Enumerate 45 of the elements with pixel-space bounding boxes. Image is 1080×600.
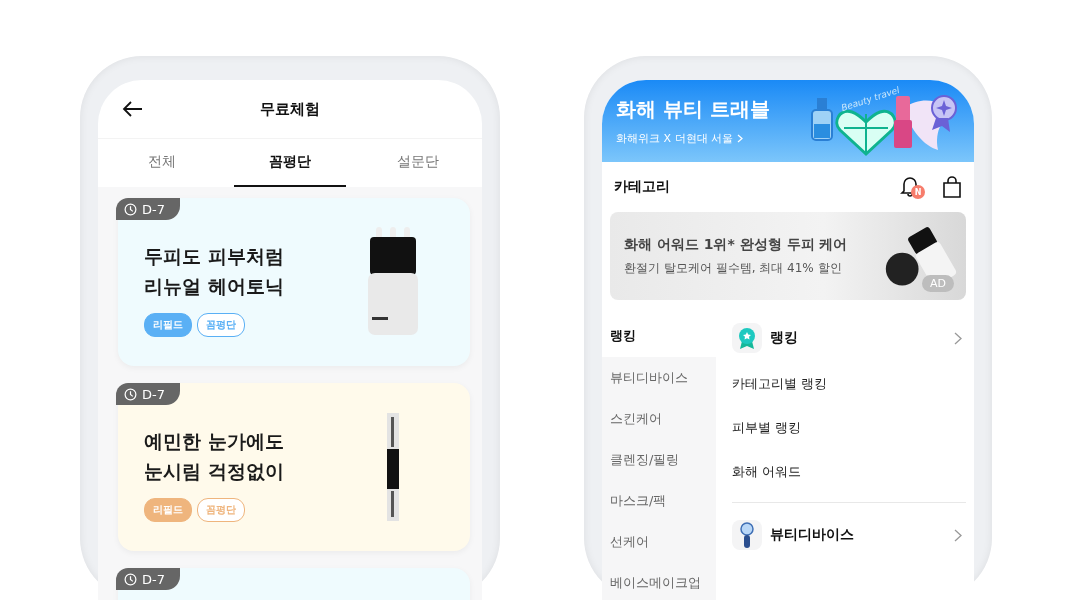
- subcategory-link[interactable]: 피부별 랭킹: [732, 406, 966, 450]
- back-arrow-icon[interactable]: [122, 100, 142, 118]
- ad-banner[interactable]: 화해 어워드 1위* 완성형 두피 케어 환절기 탈모케어 필수템, 최대 41% 할인 AD: [610, 212, 966, 300]
- clock-icon: [124, 572, 137, 586]
- tab[interactable]: 전체: [106, 139, 218, 187]
- tag-label: 꼼평단: [197, 498, 245, 522]
- tag-label: 리필드: [144, 498, 192, 522]
- deadline-text: D-7: [142, 571, 165, 587]
- tag-label: 꼼평단: [197, 313, 245, 337]
- category-header[interactable]: 뷰티디바이스: [732, 511, 966, 559]
- banner-title: 화해 뷰티 트래블: [616, 96, 770, 123]
- category-item[interactable]: 랭킹: [602, 314, 716, 357]
- ad-badge: AD: [922, 275, 954, 292]
- card-title: 두피도 피부처럼 리뉴얼 헤어토닉: [144, 244, 285, 299]
- category-item[interactable]: 마스크/팩: [602, 480, 716, 521]
- trial-card[interactable]: D-7 두피도 피부처럼 리뉴얼 헤어토닉 리필드 꼼평단: [118, 198, 470, 366]
- deadline-text: D-7: [142, 201, 165, 217]
- chevron-icon: [954, 331, 962, 345]
- chevron-icon: [954, 528, 962, 542]
- medal-icon: [732, 323, 762, 353]
- category-item[interactable]: 클렌징/필링: [602, 439, 716, 480]
- page-title: 카테고리: [614, 178, 671, 196]
- subcategory-link[interactable]: 카테고리별 랭킹: [732, 362, 966, 406]
- category-header[interactable]: 랭킹: [732, 314, 966, 362]
- clock-icon: [124, 202, 137, 216]
- deadline-text: D-7: [142, 386, 165, 402]
- category-item[interactable]: 뷰티디바이스: [602, 357, 716, 398]
- card-title: 예민한 눈가에도 눈시림 걱정없이: [144, 429, 285, 484]
- chevron-icon: [737, 134, 744, 143]
- category-item[interactable]: 베이스메이크업: [602, 562, 716, 600]
- ad-title: 화해 어워드 1위* 완성형 두피 케어: [624, 235, 849, 254]
- tab[interactable]: 설문단: [362, 139, 474, 187]
- shopping-bag-icon[interactable]: [942, 176, 962, 198]
- subcategory-link[interactable]: 화해 어워드: [732, 450, 966, 494]
- illustration-caption: Beauty travel: [839, 84, 901, 114]
- clock-icon: [124, 387, 137, 401]
- page-title: 무료체험: [260, 99, 320, 119]
- trial-card[interactable]: D-7 예민한 눈가에도 눈시림 걱정없이 리필드 꼼평단: [118, 383, 470, 551]
- ad-subtitle: 환절기 탈모케어 필수템, 최대 41% 할인: [624, 259, 843, 277]
- trial-card[interactable]: D-7: [118, 568, 470, 600]
- tag-label: 리필드: [144, 313, 192, 337]
- category-item[interactable]: 선케어: [602, 521, 716, 562]
- device-icon: [732, 520, 762, 550]
- notification-badge: N: [911, 185, 925, 199]
- category-item[interactable]: 스킨케어: [602, 398, 716, 439]
